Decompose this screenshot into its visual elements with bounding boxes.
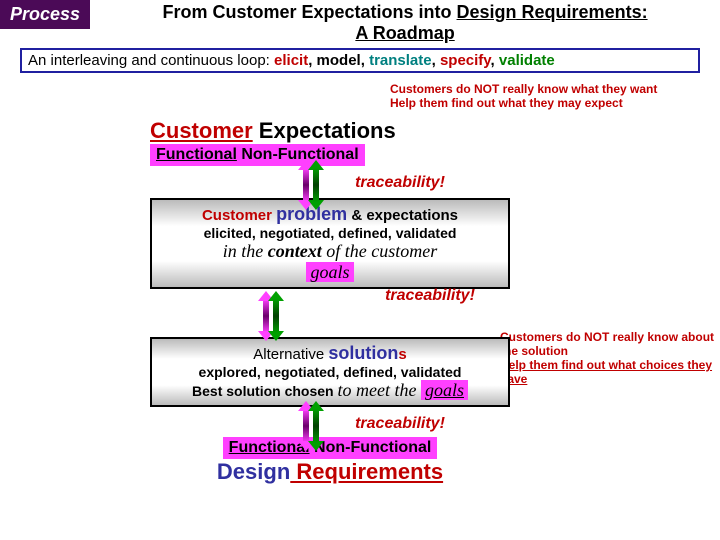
box1-line1: Customer problem & expectations (160, 204, 500, 225)
note-mid-2: Help them find out what choices they hav… (500, 358, 720, 386)
sep2: , (361, 52, 369, 69)
traceability-1: traceability! (290, 174, 510, 192)
box1-goals: goals (306, 262, 353, 282)
box1-l3b: context (268, 241, 322, 261)
customer-expectations-title: Customer Expectations (150, 118, 510, 144)
functional-nonfunctional-bot: Functional Non-Functional (223, 437, 438, 459)
ce-exp: Expectations (253, 118, 396, 143)
note-mid-1: Customers do NOT really know about the s… (500, 330, 720, 358)
box2-line3: Best solution chosen to meet the goals (160, 380, 500, 401)
process-badge: Process (0, 0, 90, 29)
arrow-1 (300, 168, 322, 202)
sep3: , (432, 52, 440, 69)
sep1: , (308, 52, 316, 69)
loop-specify: specify (440, 52, 491, 69)
loop-pre: An interleaving and continuous loop: (28, 52, 274, 69)
note-customers-solution: Customers do NOT really know about the s… (500, 330, 720, 386)
title-part-a: From Customer Expectations into (162, 2, 456, 22)
box2-s: s (398, 346, 406, 363)
functional-nonfunctional-top: Functional Non-Functional (150, 144, 365, 166)
box1-line3: in the context of the customer (160, 241, 500, 262)
loop-translate: translate (369, 52, 432, 69)
page-title: From Customer Expectations into Design R… (90, 0, 720, 44)
box1-line2: elicited, negotiated, defined, validated (160, 225, 500, 241)
loop-validate: validate (499, 52, 555, 69)
traceability-2: traceability! (350, 287, 510, 305)
sep4: , (491, 52, 499, 69)
box1-line4: goals (160, 262, 500, 283)
box-solutions: Alternative solutions explored, negotiat… (150, 337, 510, 407)
arrow-3 (300, 409, 322, 443)
fn-top: Functional (156, 146, 237, 163)
note-top-2: Help them find out what they may expect (390, 96, 710, 110)
box-problem-expectations: Customer problem & expectations elicited… (150, 198, 510, 289)
title-part-c: A Roadmap (355, 23, 454, 43)
box2-l3b: to meet the (337, 380, 420, 400)
title-part-b: Design Requirements: (457, 2, 648, 22)
note-customers-want: Customers do NOT really know what they w… (390, 82, 710, 110)
box1-l3c: of the customer (322, 241, 437, 261)
box1-exp: & expectations (347, 207, 458, 224)
note-top-1: Customers do NOT really know what they w… (390, 82, 710, 96)
ce-cust: Customer (150, 118, 253, 143)
traceability-3: traceability! (290, 415, 510, 433)
box2-goals: goals (421, 380, 468, 400)
arrow-2 (260, 299, 282, 333)
nfn-bot: Non-Functional (310, 439, 432, 456)
dr-design: Design (217, 459, 290, 484)
box2-l3a: Best solution chosen (192, 383, 337, 399)
dr-req: Requirements (290, 459, 443, 484)
box1-l3a: in the (223, 241, 268, 261)
diagram-stack: Customer Expectations Functional Non-Fun… (150, 118, 510, 485)
box1-cust: Customer (202, 207, 276, 224)
box2-solution: solution (328, 343, 398, 363)
loop-bar: An interleaving and continuous loop: eli… (20, 48, 700, 73)
header: Process From Customer Expectations into … (0, 0, 720, 44)
loop-elicit: elicit (274, 52, 308, 69)
functional-nonfunctional-bot-wrap: Functional Non-Functional (150, 437, 510, 459)
loop-model: model (317, 52, 361, 69)
box2-alt: Alternative (253, 346, 328, 363)
design-requirements-title: Design Requirements (150, 459, 510, 485)
box2-line2: explored, negotiated, defined, validated (160, 364, 500, 380)
box2-line1: Alternative solutions (160, 343, 500, 364)
